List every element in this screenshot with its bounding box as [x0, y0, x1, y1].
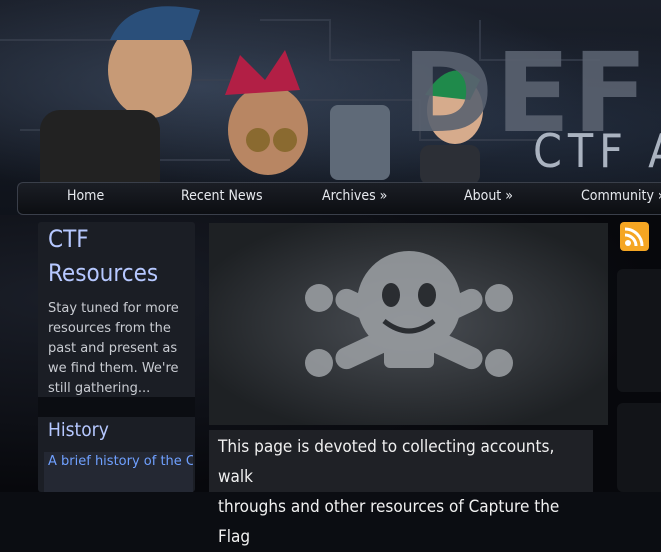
skull-crossbones-icon: [305, 251, 513, 377]
nav-recent-news[interactable]: Recent News: [181, 188, 263, 204]
right-widget-bottom: [617, 403, 661, 492]
sidebar-title: CTF Resources: [48, 222, 188, 290]
sidebar-divider: [38, 397, 195, 417]
history-heading: History: [48, 419, 109, 441]
history-link[interactable]: A brief history of the Capture the Flag …: [44, 452, 193, 492]
nav-archives[interactable]: Archives »: [322, 188, 387, 204]
sidebar-title-line2: Resources: [48, 259, 159, 287]
nav-community[interactable]: Community »: [581, 188, 661, 204]
intro-line1: This page is devoted to collecting accou…: [218, 437, 555, 487]
sidebar-blurb: Stay tuned for more resources from the p…: [48, 301, 179, 396]
rss-icon: [624, 227, 644, 247]
intro-line2: throughs and other resources of Capture …: [218, 497, 560, 547]
right-widget-top: [617, 269, 661, 392]
nav-about[interactable]: About »: [464, 188, 513, 204]
sidebar-title-line1: CTF: [48, 225, 89, 253]
intro-text: This page is devoted to collecting accou…: [209, 430, 593, 547]
ctf-archive-title: CTF AR: [533, 124, 661, 178]
rss-button[interactable]: [620, 222, 649, 251]
main-nav: Home Recent News Archives » About » Comm…: [17, 182, 661, 215]
nav-home[interactable]: Home: [67, 188, 104, 204]
sidebar: CTF Resources Stay tuned for more resour…: [38, 222, 195, 492]
hero-image: [209, 223, 608, 425]
